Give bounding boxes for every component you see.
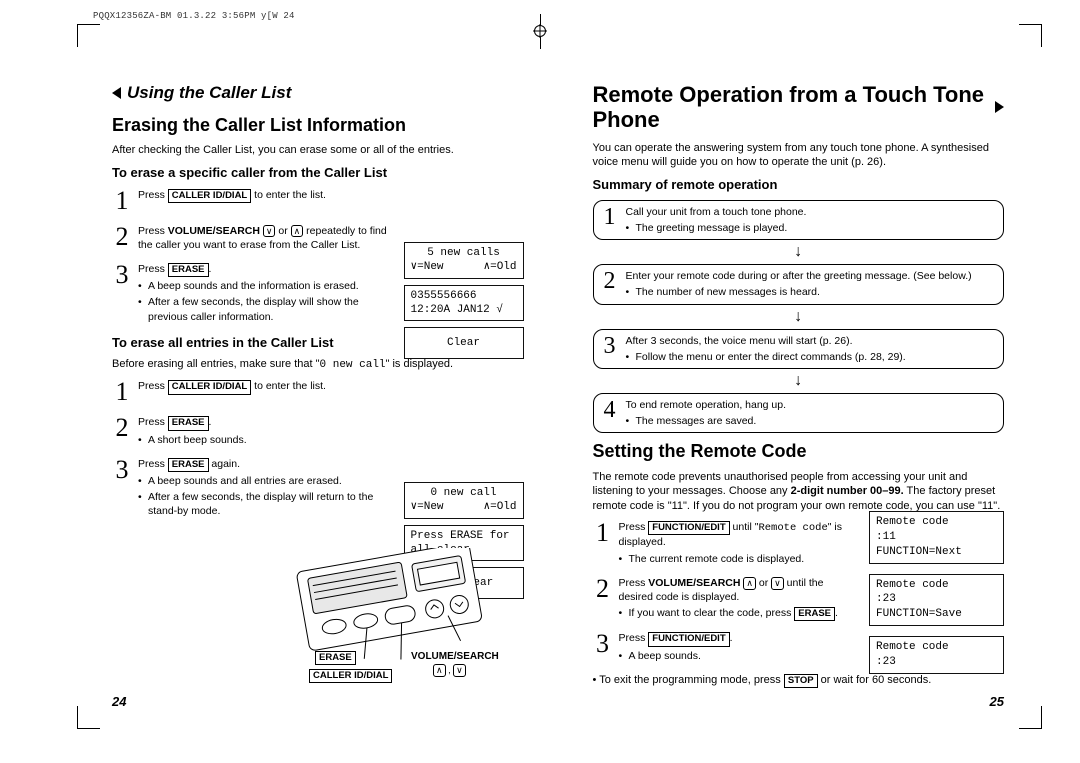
registration-mark — [534, 14, 546, 49]
section-header: Remote Operation from a Touch Tone Phone — [593, 82, 1005, 133]
arrow-right-icon — [995, 101, 1004, 113]
diagram-label-caller: CALLER ID/DIAL — [309, 669, 392, 683]
step-r1: 1 Press FUNCTION/EDIT until "Remote code… — [593, 520, 855, 566]
page-number: 24 — [112, 693, 126, 711]
summary-step-1: 1Call your unit from a touch tone phone.… — [593, 200, 1005, 240]
lcd-display: Remote code:23 FUNCTION=Save — [869, 574, 1004, 627]
down-arrow-icon: ↓ — [593, 373, 1005, 389]
page-25: Remote Operation from a Touch Tone Phone… — [559, 56, 1039, 717]
page-wrap: PQQX12356ZA-BM 01.3.22 3:56PM y[W 24 Usi… — [0, 0, 1080, 763]
arrow-left-icon — [112, 87, 121, 99]
key-erase: ERASE — [794, 607, 835, 621]
diagram-label-arrows: ∧ , ∨ — [433, 664, 466, 677]
key-stop: STOP — [784, 674, 818, 688]
key-caller-id: CALLER ID/DIAL — [168, 189, 251, 203]
key-erase: ERASE — [168, 458, 209, 472]
page-title: Erasing the Caller List Information — [112, 113, 524, 137]
page-title: Remote Operation from a Touch Tone Phone — [593, 82, 990, 133]
summary-step-2: 2Enter your remote code during or after … — [593, 264, 1005, 304]
step-2: 2 Press VOLUME/SEARCH ∨ or ∧ repeatedly … — [112, 224, 399, 252]
section-header: Using the Caller List — [112, 82, 524, 105]
page-number: 25 — [990, 693, 1004, 711]
key-erase: ERASE — [168, 263, 209, 277]
step-1: 1 Press CALLER ID/DIAL to enter the list… — [112, 188, 399, 214]
lcd-stack-right: Remote code:11 FUNCTION=Next Remote code… — [869, 511, 1004, 674]
lcd-display: 5 new calls ∨=New∧=Old — [404, 242, 524, 279]
up-icon: ∧ — [291, 225, 304, 238]
key-function-edit: FUNCTION/EDIT — [648, 632, 729, 646]
down-icon: ∨ — [263, 225, 276, 238]
step-r3: 3 Press FUNCTION/EDIT. A beep sounds. — [593, 631, 855, 663]
device-diagram: ERASE CALLER ID/DIAL VOLUME/SEARCH ∧ , ∨ — [283, 548, 503, 683]
step-3: 3 Press ERASE. A beep sounds and the inf… — [112, 262, 399, 324]
lcd-display: Remote code:23 — [869, 636, 1004, 674]
subheading: To erase a specific caller from the Call… — [112, 164, 524, 182]
subheading: Summary of remote operation — [593, 176, 1005, 194]
step-1b: 1 Press CALLER ID/DIAL to enter the list… — [112, 379, 399, 405]
intro-text: Before erasing all entries, make sure th… — [112, 357, 524, 373]
print-header: PQQX12356ZA-BM 01.3.22 3:56PM y[W 24 — [93, 12, 295, 21]
key-erase: ERASE — [168, 416, 209, 430]
crop-mark — [1019, 24, 1042, 47]
step-3b: 3 Press ERASE again. A beep sounds and a… — [112, 457, 399, 519]
diagram-label-volume: VOLUME/SEARCH — [411, 650, 499, 664]
down-arrow-icon: ↓ — [593, 309, 1005, 325]
intro-text: You can operate the answering system fro… — [593, 141, 1005, 171]
section-title: Using the Caller List — [127, 82, 291, 105]
intro-text: After checking the Caller List, you can … — [112, 143, 524, 158]
lcd-display: 0 new call ∨=New∧=Old — [404, 482, 524, 519]
page-24: Using the Caller List Erasing the Caller… — [78, 56, 558, 717]
key-function-edit: FUNCTION/EDIT — [648, 521, 729, 535]
step-2b: 2 Press ERASE. A short beep sounds. — [112, 415, 399, 447]
lcd-display: Clear — [404, 327, 524, 359]
down-arrow-icon: ↓ — [593, 244, 1005, 260]
diagram-label-erase: ERASE — [315, 651, 356, 665]
key-caller-id: CALLER ID/DIAL — [168, 380, 251, 394]
crop-mark — [77, 24, 100, 47]
down-icon: ∨ — [771, 577, 784, 590]
intro-text: The remote code prevents unauthorised pe… — [593, 470, 1005, 515]
summary-step-4: 4To end remote operation, hang up.The me… — [593, 393, 1005, 433]
section-title: Setting the Remote Code — [593, 439, 1005, 463]
exit-note: • To exit the programming mode, press ST… — [593, 673, 1005, 688]
up-icon: ∧ — [743, 577, 756, 590]
step-r2: 2 Press VOLUME/SEARCH ∧ or ∨ until the d… — [593, 576, 855, 622]
lcd-display: 0355556666 12:20A JAN12 √ — [404, 285, 524, 322]
lcd-stack-1: 5 new calls ∨=New∧=Old 0355556666 12:20A… — [404, 242, 524, 359]
summary-step-3: 3After 3 seconds, the voice menu will st… — [593, 329, 1005, 369]
lcd-display: Remote code:11 FUNCTION=Next — [869, 511, 1004, 564]
